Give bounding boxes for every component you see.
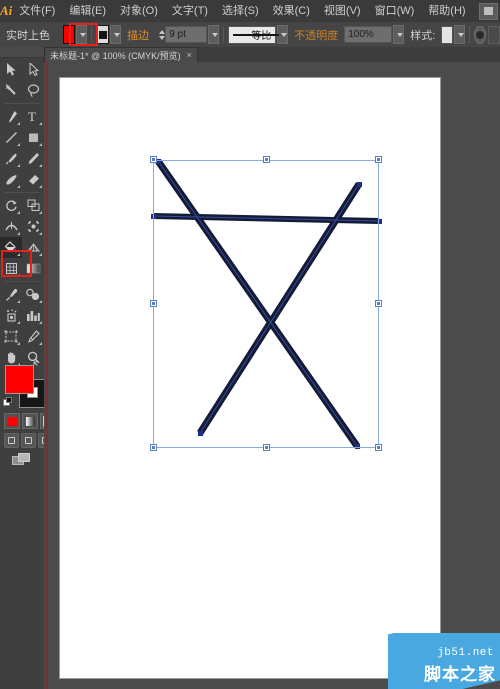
style-label: 样式: [410,29,436,42]
document-tab[interactable]: 未标题-1* @ 100% (CMYK/预览) × [44,47,198,62]
draw-behind[interactable] [21,433,36,448]
style-dropdown-arrow[interactable] [454,25,466,44]
selection-tool[interactable] [0,59,22,80]
selection-handle-middle-left[interactable] [150,300,157,307]
rectangle-tool[interactable] [22,127,44,148]
type-tool[interactable]: T [22,106,44,127]
stroke-weight-field[interactable]: 9 pt [165,26,208,43]
artboard-tool[interactable] [0,326,22,347]
menu-file[interactable]: 文件(F) [12,0,62,22]
selection-handle-middle-right[interactable] [375,300,382,307]
selection-handle-top-right[interactable] [375,156,382,163]
draw-normal[interactable] [4,433,19,448]
active-tool-label: 实时上色 [6,29,50,42]
stroke-weight-dropdown-arrow[interactable] [208,25,220,44]
width-tool[interactable] [0,216,22,237]
svg-text:T: T [28,110,36,123]
blend-tool[interactable] [22,284,44,305]
color-mode-solid[interactable] [4,413,20,429]
symbol-sprayer-tool[interactable] [0,305,22,326]
selection-handle-top-center[interactable] [263,156,270,163]
watermark-site: 脚本之家 [424,665,496,684]
color-controls [3,361,48,411]
toolbox-drag-handle[interactable] [0,47,44,58]
color-mode-gradient[interactable] [22,413,38,429]
graphic-style-swatch[interactable] [441,25,454,44]
screen-mode-icon[interactable] [12,453,32,467]
menu-bar-right-controls [473,2,500,20]
recolor-artwork-icon[interactable] [473,25,486,44]
watermark-url: jb51.net [437,647,494,659]
magic-wand-tool[interactable] [0,80,22,101]
opacity-dropdown-arrow[interactable] [393,25,405,44]
annotation-redbox-live-paint-tool [1,250,32,277]
tool-list: T [0,59,44,368]
document-tab-bar: 未标题-1* @ 100% (CMYK/预览) × [44,47,500,63]
menu-object[interactable]: 对象(O) [113,0,165,22]
default-fill-stroke-icon[interactable] [3,397,14,408]
blob-brush-tool[interactable] [0,169,22,190]
menu-view[interactable]: 视图(V) [317,0,368,22]
annotation-redbox-fill-swatch [69,23,98,46]
selection-handle-top-left[interactable] [150,156,157,163]
menu-effect[interactable]: 效果(C) [266,0,317,22]
rotate-tool[interactable] [0,195,22,216]
document-tab-title: 未标题-1* @ 100% (CMYK/预览) [50,50,181,61]
fill-color-box[interactable] [5,365,34,394]
eraser-tool[interactable] [22,169,44,190]
menu-bar: Ai 文件(F) 编辑(E) 对象(O) 文字(T) 选择(S) 效果(C) 视… [0,0,500,23]
selection-handle-bottom-center[interactable] [263,444,270,451]
bridge-icon[interactable] [478,2,498,20]
control-bar-overflow-icon[interactable] [488,25,500,44]
app-logo: Ai [0,3,13,18]
watermark: jb51.net 脚本之家 [388,633,500,689]
selection-bounding-box[interactable] [150,156,382,451]
paintbrush-tool[interactable] [0,148,22,169]
scale-tool[interactable] [22,195,44,216]
line-segment-tool[interactable] [0,127,22,148]
profile-label: 等比 [251,31,272,42]
selection-handle-bottom-right[interactable] [375,444,382,451]
direct-selection-tool[interactable] [22,59,44,80]
profile-dropdown-arrow[interactable] [277,25,289,44]
shape-builder-tool[interactable] [22,216,44,237]
selection-handle-bottom-left[interactable] [150,444,157,451]
variable-width-profile[interactable]: 等比 [227,25,279,44]
menu-select[interactable]: 选择(S) [215,0,266,22]
pencil-tool[interactable] [22,148,44,169]
menu-window[interactable]: 窗口(W) [368,0,422,22]
pen-tool[interactable] [0,106,22,127]
opacity-label: 不透明度 [294,29,339,42]
lasso-tool[interactable] [22,80,44,101]
slice-tool[interactable] [22,326,44,347]
eyedropper-tool[interactable] [0,284,22,305]
toolbox-panel: T [0,47,56,689]
menu-help[interactable]: 帮助(H) [421,0,472,22]
close-icon[interactable]: × [187,50,192,60]
menu-edit[interactable]: 编辑(E) [62,0,113,22]
canvas-left-edge-marker [45,62,48,689]
column-graph-tool[interactable] [22,305,44,326]
swap-fill-stroke-icon[interactable] [33,361,43,371]
opacity-field[interactable]: 100% [344,26,393,43]
illustrator-window: Ai 文件(F) 编辑(E) 对象(O) 文字(T) 选择(S) 效果(C) 视… [0,0,500,689]
stroke-dropdown-arrow[interactable] [110,25,122,44]
menu-type[interactable]: 文字(T) [165,0,215,22]
stroke-weight-label: 描边 [127,29,150,42]
